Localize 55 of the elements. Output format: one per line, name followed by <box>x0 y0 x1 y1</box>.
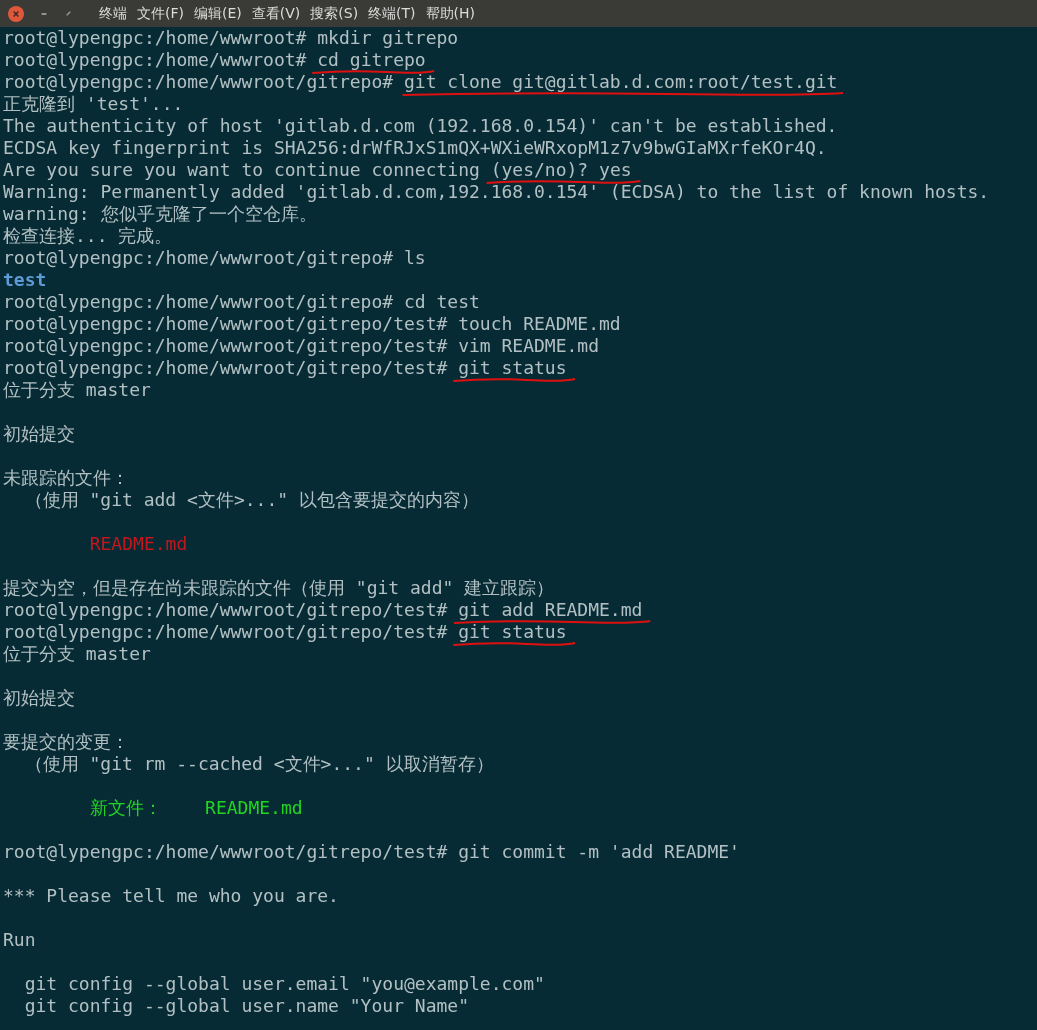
menu-item[interactable]: 帮助(H) <box>425 3 476 24</box>
command-text: git add README.md <box>458 599 643 621</box>
output-line: The authenticity of host 'gitlab.d.com (192.168.0.154)' can't be established. <box>3 115 838 137</box>
menu-item[interactable]: 文件(F) <box>137 3 184 24</box>
prompt-text: root@lypengpc:/home/wwwroot/gitrepo/test# <box>3 335 449 357</box>
menu-item[interactable]: 查看(V) <box>251 3 301 24</box>
output-line: 初始提交 <box>3 423 75 445</box>
answer-text: (yes/no)? yes <box>490 159 632 181</box>
output-line: warning: 您似乎克隆了一个空仓库。 <box>3 203 317 225</box>
command-text: git status <box>458 621 567 643</box>
output-line: 检查连接... 完成。 <box>3 225 173 247</box>
staged-file: 新文件： README.md <box>88 797 303 819</box>
output-line: Are you sure you want to continue connecting <box>3 159 481 181</box>
output-line: 位于分支 master <box>3 379 151 401</box>
output-line: 未跟踪的文件： <box>3 467 129 489</box>
output-line: 提交为空，但是存在尚未跟踪的文件（使用 "git add" 建立跟踪） <box>3 577 555 599</box>
prompt-text: root@lypengpc:/home/wwwroot/gitrepo/test# <box>3 599 449 621</box>
command-text: git clone git@gitlab.d.com:root/test.git <box>403 71 838 93</box>
output-line: Warning: Permanently added 'gitlab.d.com,192.168.0.154' (ECDSA) to the list of known hosts. <box>3 181 990 203</box>
output-line: 初始提交 <box>3 687 75 709</box>
output-line: （使用 "git rm --cached <文件>..." 以取消暂存） <box>23 753 494 775</box>
command-text: git commit -m 'add README' <box>458 841 740 863</box>
command-text: cd gitrepo <box>317 49 426 71</box>
prompt-text: root@lypengpc:/home/wwwroot/gitrepo/test# <box>3 841 449 863</box>
command-text: vim README.md <box>458 335 600 357</box>
prompt-text: root@lypengpc:/home/wwwroot# <box>3 27 308 49</box>
untracked-file: README.md <box>88 533 188 555</box>
prompt-text: root@lypengpc:/home/wwwroot/gitrepo/test# <box>3 313 449 335</box>
output-line: *** Please tell me who you are. <box>3 885 339 907</box>
prompt-text: root@lypengpc:/home/wwwroot/gitrepo# <box>3 291 395 313</box>
menu-item[interactable]: 编辑(E) <box>194 3 242 24</box>
output-line: （使用 "git add <文件>..." 以包含要提交的内容） <box>23 489 479 511</box>
output-line: git config --global user.email "you@example.com" <box>23 973 545 995</box>
resize-icon[interactable] <box>64 9 73 18</box>
command-text: mkdir gitrepo <box>317 27 459 49</box>
output-line: git config --global user.name "Your Name" <box>23 995 469 1017</box>
prompt-text: root@lypengpc:/home/wwwroot/gitrepo/test# <box>3 621 449 643</box>
command-text: touch README.md <box>458 313 621 335</box>
output-line: 正克隆到 'test'... <box>3 93 184 115</box>
prompt-text: root@lypengpc:/home/wwwroot/gitrepo/test# <box>3 357 449 379</box>
close-icon[interactable] <box>8 5 24 22</box>
output-line: Run <box>3 929 36 951</box>
command-text: ls <box>403 247 426 269</box>
prompt-text: root@lypengpc:/home/wwwroot/gitrepo# <box>3 71 395 93</box>
prompt-text: root@lypengpc:/home/wwwroot/gitrepo# <box>3 247 395 269</box>
output-line: 要提交的变更： <box>3 731 129 753</box>
menu-item[interactable]: 搜索(S) <box>310 3 359 24</box>
menu-item[interactable]: 终端 <box>99 3 127 24</box>
directory-name: test <box>3 269 47 291</box>
menu-item[interactable]: 终端(T) <box>368 3 416 24</box>
output-line: ECDSA key fingerprint is SHA256:drWfRJxS1mQX+WXieWRxopM1z7v9bwGIaMXrfeKOr4Q. <box>3 137 827 159</box>
command-text: cd test <box>403 291 480 313</box>
command-text: git status <box>458 357 567 379</box>
prompt-text: root@lypengpc:/home/wwwroot# <box>3 49 308 71</box>
output-line: 位于分支 master <box>3 643 151 665</box>
